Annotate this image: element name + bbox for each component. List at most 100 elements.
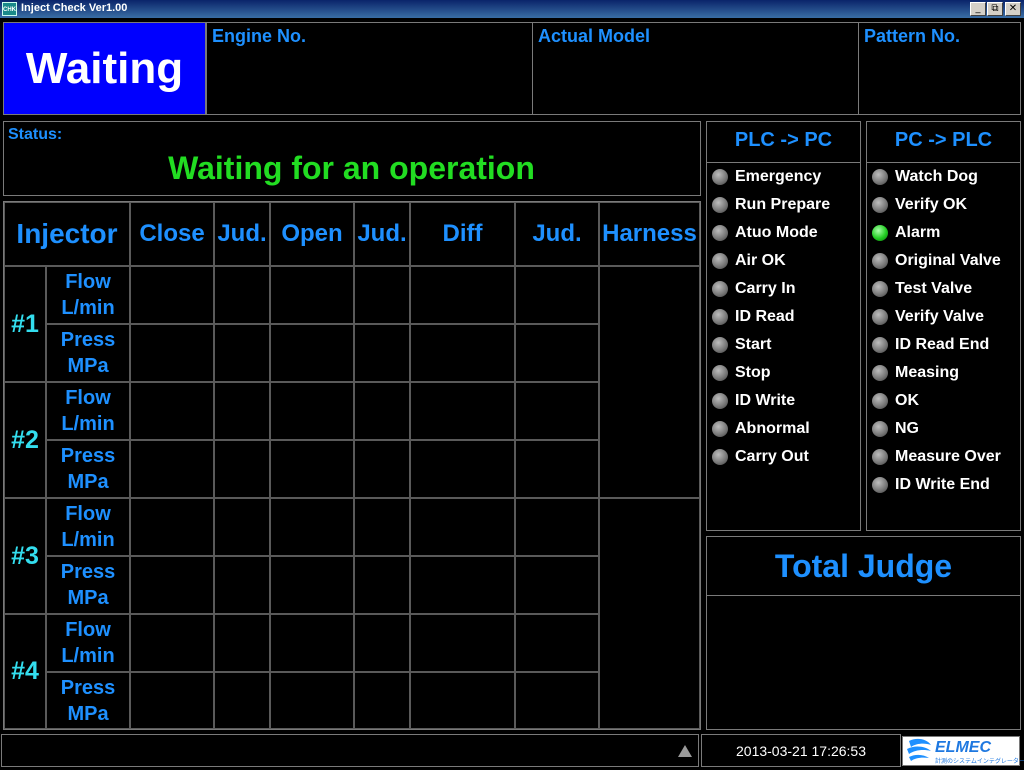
table-cell xyxy=(214,382,270,440)
table-cell xyxy=(270,440,354,498)
injector-4-label: #4 xyxy=(4,614,46,729)
engine-no-panel: Engine No. xyxy=(206,22,533,115)
table-cell xyxy=(270,498,354,556)
signal-item: Carry In xyxy=(712,279,795,299)
signal-item: Run Prepare xyxy=(712,195,830,215)
signal-label: OK xyxy=(895,392,919,409)
signal-label: Start xyxy=(735,336,772,353)
status-label: Status: xyxy=(8,126,63,143)
signal-item: ID Write End xyxy=(872,475,990,495)
table-cell xyxy=(410,440,515,498)
actual-model-label: Actual Model xyxy=(538,26,651,46)
table-cell xyxy=(410,614,515,672)
table-cell xyxy=(410,498,515,556)
state-indicator: Waiting xyxy=(3,22,206,115)
signal-item: Verify OK xyxy=(872,195,967,215)
col-open-jud: Jud. xyxy=(354,202,410,266)
signal-label: Stop xyxy=(735,364,771,381)
signal-item: Atuo Mode xyxy=(712,223,818,243)
led-indicator-icon xyxy=(872,365,888,381)
injector-4-press-label: Press MPa xyxy=(46,672,130,729)
signal-item: ID Read End xyxy=(872,335,989,355)
logo-subtext: 計測のシステムインテグレーター xyxy=(935,759,1024,765)
table-cell xyxy=(214,266,270,324)
signal-item: ID Write xyxy=(712,391,795,411)
signal-label: Watch Dog xyxy=(895,168,978,185)
table-cell xyxy=(270,266,354,324)
signal-label: Air OK xyxy=(735,252,786,269)
signal-item: Start xyxy=(712,335,771,355)
led-indicator-icon xyxy=(872,169,888,185)
table-cell xyxy=(515,440,599,498)
signal-label: Carry Out xyxy=(735,448,809,465)
table-cell xyxy=(354,672,410,729)
title-bar[interactable]: CHK Inject Check Ver1.00 _ ⧉ ✕ xyxy=(0,0,1024,18)
signal-label: Measure Over xyxy=(895,448,1001,465)
injector-3-press-label: Press MPa xyxy=(46,556,130,614)
table-cell xyxy=(410,382,515,440)
table-cell xyxy=(354,266,410,324)
table-cell xyxy=(130,266,214,324)
led-indicator-icon xyxy=(712,197,728,213)
table-cell xyxy=(130,614,214,672)
plc-to-pc-title: PLC -> PC xyxy=(734,129,833,151)
col-harness: Harness xyxy=(599,202,700,266)
table-cell xyxy=(515,498,599,556)
close-button[interactable]: ✕ xyxy=(1005,2,1021,16)
table-cell xyxy=(515,382,599,440)
signal-label: Atuo Mode xyxy=(735,224,818,241)
led-indicator-icon xyxy=(712,365,728,381)
signal-label: Test Valve xyxy=(895,280,973,297)
triangle-up-icon[interactable] xyxy=(678,745,692,757)
injector-2-press-label: Press MPa xyxy=(46,440,130,498)
led-indicator-icon xyxy=(872,477,888,493)
table-cell xyxy=(410,266,515,324)
clock-display: 2013-03-21 17:26:53 xyxy=(701,734,901,767)
engine-no-label: Engine No. xyxy=(212,26,306,46)
harness-cell-1 xyxy=(599,266,700,498)
message-bar xyxy=(1,734,699,767)
led-indicator-icon xyxy=(712,169,728,185)
signal-label: ID Read xyxy=(735,308,795,325)
signal-item: OK xyxy=(872,391,919,411)
signal-label: Verify OK xyxy=(895,196,968,213)
signal-label: Emergency xyxy=(735,168,822,185)
led-indicator-icon xyxy=(872,393,888,409)
signal-label: Abnormal xyxy=(735,420,810,437)
table-cell xyxy=(270,556,354,614)
led-indicator-icon xyxy=(712,421,728,437)
minimize-button[interactable]: _ xyxy=(970,2,986,16)
injector-2-flow-label: Flow L/min xyxy=(46,382,130,440)
pc-to-plc-title: PC -> PLC xyxy=(894,129,993,151)
divider xyxy=(867,162,1020,163)
table-cell xyxy=(270,614,354,672)
table-cell xyxy=(515,672,599,729)
signal-label: ID Write xyxy=(735,392,796,409)
table-cell xyxy=(410,324,515,382)
injector-1-press-label: Press MPa xyxy=(46,324,130,382)
led-indicator-icon xyxy=(872,421,888,437)
plc-to-pc-panel: PLC -> PC Emergency Run Prepare Atuo Mode A… xyxy=(706,121,861,531)
table-cell xyxy=(515,614,599,672)
injector-3-label: #3 xyxy=(4,498,46,614)
pattern-no-panel: Pattern No. xyxy=(858,22,1021,115)
table-cell xyxy=(270,324,354,382)
total-judge-panel: Total Judge xyxy=(706,536,1021,730)
table-cell xyxy=(270,382,354,440)
table-cell xyxy=(354,498,410,556)
led-indicator-icon xyxy=(872,253,888,269)
table-cell xyxy=(214,324,270,382)
signal-item: Measing xyxy=(872,363,959,383)
table-cell xyxy=(354,440,410,498)
table-cell xyxy=(354,556,410,614)
status-message: Waiting for an operation xyxy=(168,150,535,186)
injector-3-flow-label: Flow L/min xyxy=(46,498,130,556)
restore-button[interactable]: ⧉ xyxy=(987,2,1003,16)
signal-label: Alarm xyxy=(895,224,941,241)
led-indicator-icon xyxy=(872,225,888,241)
signal-label: Original Valve xyxy=(895,252,1001,269)
signal-label: Carry In xyxy=(735,280,796,297)
col-close: Close xyxy=(130,202,214,266)
signal-item: NG xyxy=(872,419,919,439)
table-cell xyxy=(130,324,214,382)
